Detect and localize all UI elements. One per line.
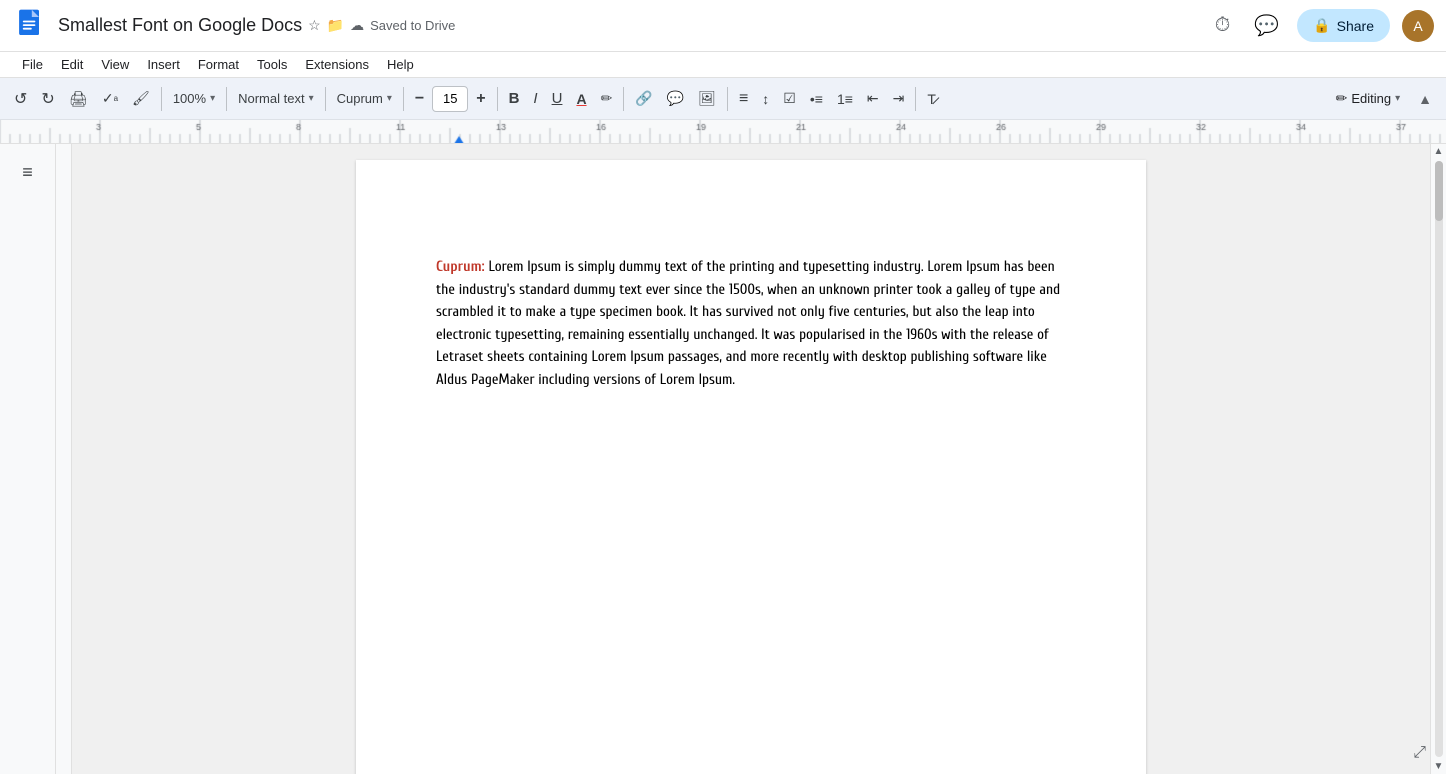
print-button[interactable]: 🖨	[63, 83, 94, 115]
font-label: Cuprum	[337, 91, 383, 106]
zoom-chevron: ▾	[210, 93, 215, 104]
numbered-list-button[interactable]: 1≡	[831, 83, 859, 115]
toolbar-collapse-button[interactable]: ▲	[1412, 83, 1438, 115]
app-icon	[12, 8, 48, 44]
indent-more-button[interactable]: ⇥	[887, 83, 911, 115]
menubar: File Edit View Insert Format Tools Exten…	[0, 52, 1446, 78]
line-spacing-button[interactable]: ↕	[756, 83, 775, 115]
align-button[interactable]: ≡	[733, 83, 754, 115]
doc-title[interactable]: Smallest Font on Google Docs	[58, 15, 302, 36]
checklist-button[interactable]: ☑	[777, 83, 802, 115]
toolbar-separator-8	[915, 87, 916, 111]
left-sidebar: ≡	[0, 144, 56, 774]
pencil-icon: ✏	[1336, 90, 1348, 107]
toolbar-separator-2	[226, 87, 227, 111]
paint-format-button[interactable]: 🖌	[126, 83, 156, 115]
document-page: Cuprum: Lorem Ipsum is simply dummy text…	[356, 160, 1146, 774]
star-icon[interactable]: ☆	[308, 17, 321, 34]
doc-area[interactable]: Cuprum: Lorem Ipsum is simply dummy text…	[72, 144, 1430, 774]
scroll-down-button[interactable]: ▼	[1432, 759, 1446, 774]
font-chevron: ▾	[387, 93, 392, 104]
font-dropdown[interactable]: Cuprum ▾	[331, 83, 398, 115]
main-area: ≡ Cuprum: Lorem Ipsum is simply dummy te…	[0, 144, 1446, 774]
text-color-button[interactable]: A	[570, 83, 592, 115]
menu-file[interactable]: File	[14, 54, 51, 75]
comment-button[interactable]: 💬	[661, 83, 690, 115]
ruler-canvas	[0, 120, 1446, 144]
zoom-dropdown[interactable]: 100% ▾	[167, 83, 221, 115]
menu-tools[interactable]: Tools	[249, 54, 295, 75]
avatar[interactable]: A	[1402, 10, 1434, 42]
menu-insert[interactable]: Insert	[139, 54, 188, 75]
ruler	[0, 120, 1446, 144]
editing-label: Editing	[1351, 91, 1391, 106]
image-button[interactable]: 🖼	[692, 83, 722, 115]
zoom-value: 100%	[173, 91, 206, 106]
font-size-decrease-button[interactable]: −	[409, 83, 430, 115]
comments-icon[interactable]: 💬	[1248, 7, 1285, 44]
font-size-input[interactable]	[432, 86, 468, 112]
toolbar-separator-7	[727, 87, 728, 111]
toolbar-separator-5	[497, 87, 498, 111]
highlight-button[interactable]: ✏	[595, 83, 619, 115]
right-scrollbar: ▲ ▼	[1430, 144, 1446, 774]
spellcheck-button[interactable]: ✓a	[96, 83, 124, 115]
editing-dropdown[interactable]: ✏ Editing ▾	[1326, 83, 1411, 115]
menu-view[interactable]: View	[93, 54, 137, 75]
scrollbar-thumb[interactable]	[1435, 161, 1443, 221]
editing-chevron: ▾	[1395, 93, 1400, 104]
style-chevron: ▾	[309, 93, 314, 104]
bold-button[interactable]: B	[503, 83, 526, 115]
doc-content[interactable]: Cuprum: Lorem Ipsum is simply dummy text…	[436, 256, 1066, 391]
doc-title-area: Smallest Font on Google Docs ☆ 📁 ☁ Saved…	[58, 15, 1209, 36]
outline-icon[interactable]: ≡	[16, 156, 39, 189]
toolbar-separator-3	[325, 87, 326, 111]
link-button[interactable]: 🔗	[629, 83, 658, 115]
share-button[interactable]: 🔒 Share	[1297, 9, 1390, 42]
top-right: ⏱ 💬 🔒 Share A	[1209, 7, 1434, 44]
scrollbar-track[interactable]	[1435, 161, 1443, 757]
left-ruler	[56, 144, 72, 774]
history-icon[interactable]: ⏱	[1209, 8, 1237, 43]
menu-extensions[interactable]: Extensions	[297, 54, 377, 75]
clear-format-button[interactable]: T̷	[921, 83, 942, 115]
saved-status: Saved to Drive	[370, 18, 455, 33]
toolbar: ↺ ↻ 🖨 ✓a 🖌 100% ▾ Normal text ▾ Cuprum ▾…	[0, 78, 1446, 120]
toolbar-separator-1	[161, 87, 162, 111]
menu-edit[interactable]: Edit	[53, 54, 91, 75]
indent-less-button[interactable]: ⇤	[861, 83, 885, 115]
folder-icon[interactable]: 📁	[327, 17, 344, 34]
underline-button[interactable]: U	[546, 83, 569, 115]
topbar: Smallest Font on Google Docs ☆ 📁 ☁ Saved…	[0, 0, 1446, 52]
expand-button[interactable]: ⤢	[1413, 744, 1426, 762]
font-size-increase-button[interactable]: +	[470, 83, 491, 115]
bullet-list-button[interactable]: •≡	[804, 83, 829, 115]
font-label: Cuprum:	[436, 258, 485, 275]
body-text[interactable]: Lorem Ipsum is simply dummy text of the …	[436, 258, 1060, 388]
toolbar-separator-6	[623, 87, 624, 111]
style-dropdown[interactable]: Normal text ▾	[232, 83, 320, 115]
menu-help[interactable]: Help	[379, 54, 422, 75]
cloud-icon: ☁	[350, 17, 364, 34]
toolbar-separator-4	[403, 87, 404, 111]
scroll-up-button[interactable]: ▲	[1432, 144, 1446, 159]
italic-button[interactable]: I	[527, 83, 543, 115]
redo-button[interactable]: ↻	[35, 83, 60, 115]
doc-title-row: Smallest Font on Google Docs ☆ 📁 ☁ Saved…	[58, 15, 1209, 36]
menu-format[interactable]: Format	[190, 54, 247, 75]
style-label: Normal text	[238, 91, 304, 106]
share-label: Share	[1337, 18, 1374, 34]
undo-button[interactable]: ↺	[8, 83, 33, 115]
lock-icon: 🔒	[1313, 17, 1330, 34]
